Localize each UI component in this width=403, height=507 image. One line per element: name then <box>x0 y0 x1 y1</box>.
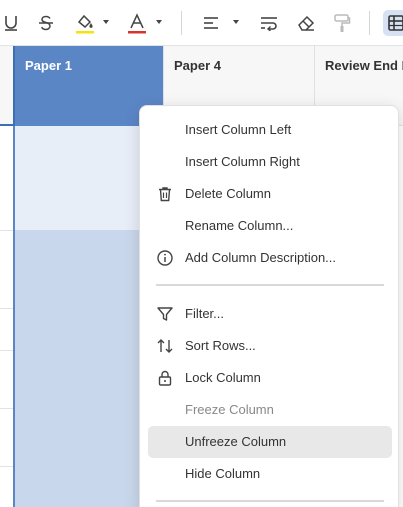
menu-item-insert-column-left[interactable]: Insert Column Left <box>148 114 392 146</box>
menu-item-label: Lock Column <box>185 370 261 385</box>
text-wrap-icon[interactable] <box>256 10 282 36</box>
column-header-label: Review End D <box>325 58 403 73</box>
menu-item-label: Sort Rows... <box>185 338 256 353</box>
menu-item-label: Unfreeze Column <box>185 434 287 449</box>
align-dropdown-icon[interactable] <box>233 20 239 24</box>
row-divider <box>0 408 13 409</box>
menu-item-rename-column[interactable]: Rename Column... <box>148 210 392 242</box>
underline-icon[interactable] <box>0 10 22 36</box>
menu-separator <box>156 500 384 502</box>
menu-item-label: Add Column Description... <box>185 250 337 265</box>
row-divider <box>0 230 13 231</box>
info-icon <box>156 249 174 267</box>
menu-item-insert-column-right[interactable]: Insert Column Right <box>148 146 392 178</box>
eraser-icon[interactable] <box>294 10 318 36</box>
menu-item-hide-column[interactable]: Hide Column <box>148 458 392 490</box>
formatting-toolbar <box>0 0 403 46</box>
filter-icon <box>156 305 174 323</box>
table-view-icon[interactable] <box>383 10 403 36</box>
menu-item-label: Filter... <box>185 306 225 321</box>
menu-item-filter[interactable]: Filter... <box>148 298 392 330</box>
menu-item-label: Hide Column <box>185 466 261 481</box>
text-color-dropdown-icon[interactable] <box>156 20 162 24</box>
menu-item-label: Insert Column Left <box>185 122 292 137</box>
strikethrough-icon[interactable] <box>34 10 58 36</box>
column-header-label: Paper 1 <box>25 58 72 73</box>
menu-item-label: Freeze Column <box>185 402 274 417</box>
trash-icon <box>156 185 174 203</box>
toolbar-divider <box>181 11 182 35</box>
text-color-icon[interactable] <box>124 10 150 36</box>
menu-item-freeze-column: Freeze Column <box>148 394 392 426</box>
menu-item-label: Delete Column <box>185 186 271 201</box>
align-left-icon[interactable] <box>199 10 223 36</box>
menu-item-unfreeze-column[interactable]: Unfreeze Column <box>148 426 392 458</box>
sort-icon <box>156 337 174 355</box>
menu-separator <box>156 284 384 286</box>
menu-item-lock-column[interactable]: Lock Column <box>148 362 392 394</box>
row-divider <box>0 350 13 351</box>
fill-color-dropdown-icon[interactable] <box>103 20 109 24</box>
menu-item-delete-column[interactable]: Delete Column <box>148 178 392 210</box>
menu-item-label: Insert Column Right <box>185 154 300 169</box>
lock-icon <box>156 369 174 387</box>
menu-item-label: Rename Column... <box>185 218 294 233</box>
format-painter-icon[interactable] <box>330 10 354 36</box>
column-context-menu: Insert Column Left Insert Column Right D… <box>139 105 399 507</box>
row-divider <box>0 308 13 309</box>
column-header-label: Paper 4 <box>174 58 221 73</box>
fill-color-icon[interactable] <box>72 10 98 36</box>
row-divider <box>0 466 13 467</box>
toolbar-divider <box>369 11 370 35</box>
menu-item-sort-rows[interactable]: Sort Rows... <box>148 330 392 362</box>
menu-item-add-column-description[interactable]: Add Column Description... <box>148 242 392 274</box>
